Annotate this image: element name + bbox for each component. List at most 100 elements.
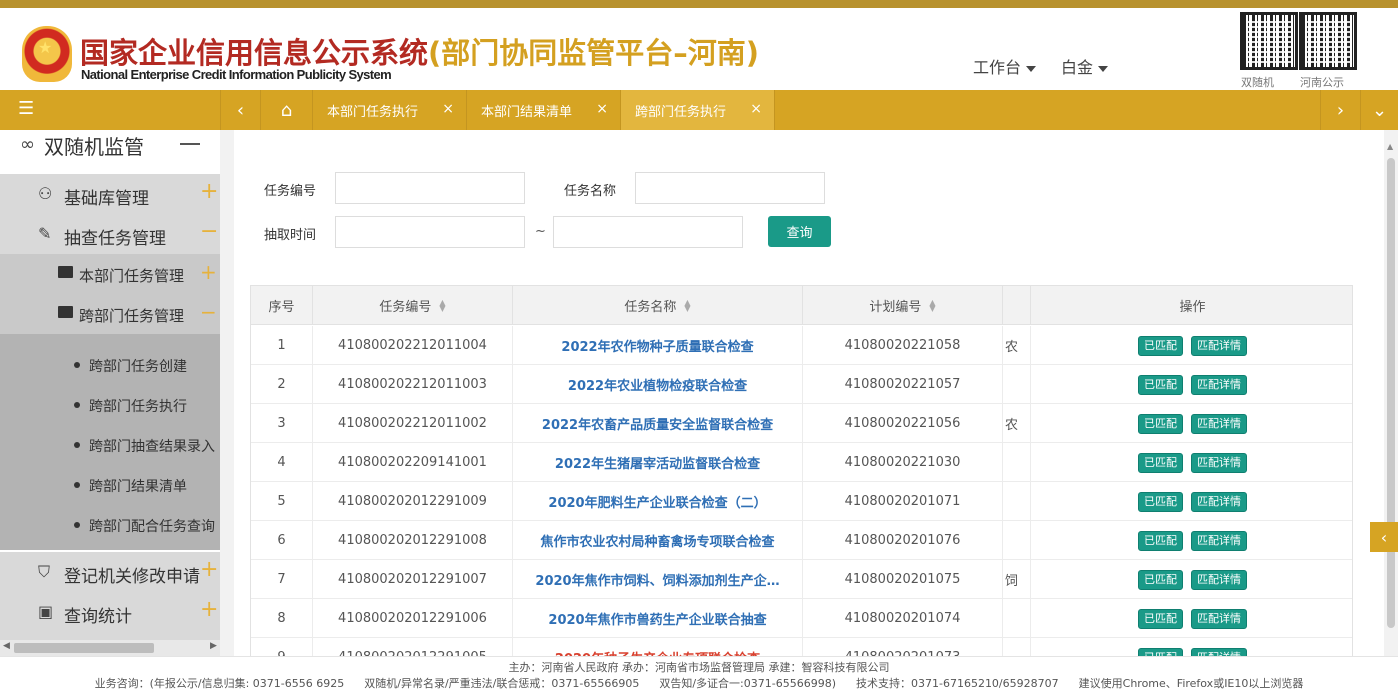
close-icon[interactable]: × xyxy=(442,101,454,117)
arrow-left-icon[interactable]: ◀ xyxy=(3,641,10,651)
close-icon[interactable]: × xyxy=(596,101,608,117)
tab-cross-dept-task-exec[interactable]: 跨部门任务执行 × xyxy=(620,90,774,130)
task-name-link[interactable]: 2020年焦作市饲料、饲料添加剂生产企… xyxy=(513,560,803,599)
draw-time-label: 抽取时间 xyxy=(264,228,317,243)
header-task-no[interactable]: 任务编号 ▲ ▼ xyxy=(313,286,513,325)
task-name-link[interactable]: 2022年农业植物检疫联合检查 xyxy=(513,365,803,404)
task-no-input[interactable] xyxy=(335,172,525,204)
range-separator: ~ xyxy=(535,224,546,239)
chevron-right-icon[interactable]: › xyxy=(1320,90,1360,130)
cell-extra: 农 xyxy=(1003,404,1031,443)
caret-down-icon xyxy=(1026,65,1037,72)
match-detail-button[interactable]: 匹配详情 xyxy=(1191,569,1247,590)
matched-button[interactable]: 已匹配 xyxy=(1138,608,1183,629)
task-name-link[interactable]: 2020年肥料生产企业联合检查（二） xyxy=(513,482,803,521)
tab-dept-task-exec[interactable]: 本部门任务执行 × xyxy=(312,90,466,130)
table-row: 8 410800202012291006 2020年焦作市兽药生产企业联合抽查 410… xyxy=(251,599,1352,638)
tab-dept-result-list[interactable]: 本部门结果清单 × xyxy=(466,90,620,130)
sidebar-item-base-library[interactable]: ⚇ 基础库管理 + xyxy=(0,174,220,214)
scrollbar-thumb[interactable] xyxy=(1387,158,1395,628)
match-detail-button[interactable]: 匹配详情 xyxy=(1191,647,1247,656)
hamburger-icon[interactable]: ☰ xyxy=(0,90,220,130)
matched-button[interactable]: 已匹配 xyxy=(1138,647,1183,656)
header-task-name[interactable]: 任务名称 ▲ ▼ xyxy=(513,286,803,325)
arrow-up-icon[interactable]: ▲ xyxy=(1387,142,1393,151)
match-detail-button[interactable]: 匹配详情 xyxy=(1191,452,1247,473)
bullet-icon xyxy=(74,402,80,408)
matched-button[interactable]: 已匹配 xyxy=(1138,452,1183,473)
collapse-icon[interactable] xyxy=(180,143,200,145)
sidebar-item-cross-dept-result-entry[interactable]: 跨部门抽查结果录入 xyxy=(0,424,220,464)
expand-icon[interactable]: + xyxy=(200,557,218,582)
sidebar-item-dept-task[interactable]: 本部门任务管理 + xyxy=(0,254,220,294)
cell-task-no: 410800202212011002 xyxy=(313,404,513,443)
sort-icon[interactable]: ▲ ▼ xyxy=(684,298,690,312)
table-row: 7 410800202012291007 2020年焦作市饲料、饲料添加剂生产企… 4… xyxy=(251,560,1352,599)
matched-button[interactable]: 已匹配 xyxy=(1138,413,1183,434)
sidebar-item-cross-dept-create[interactable]: 跨部门任务创建 xyxy=(0,344,220,384)
sidebar-item-registration-change[interactable]: ⛉ 登记机关修改申请 + xyxy=(0,552,220,592)
matched-button[interactable]: 已匹配 xyxy=(1138,335,1183,356)
cell-task-no: 410800202209141001 xyxy=(313,443,513,482)
match-detail-button[interactable]: 匹配详情 xyxy=(1191,413,1247,434)
close-icon[interactable]: × xyxy=(750,101,762,117)
table-row: 1 410800202212011004 2022年农作物种子质量联合检查 41080… xyxy=(251,326,1352,365)
footer-contacts: 业务咨询：(年报公示/信息归集: 0371-6556 6925 双随机/异常名录/… xyxy=(94,677,1304,690)
draw-time-end-input[interactable] xyxy=(553,216,743,248)
collapse-icon[interactable]: − xyxy=(200,219,218,244)
main-vertical-scrollbar[interactable]: ▲ xyxy=(1384,130,1398,656)
chevron-down-icon[interactable]: ⌄ xyxy=(1360,90,1398,130)
collapse-icon[interactable]: − xyxy=(200,300,217,324)
task-name-link[interactable]: 2022年农畜产品质量安全监督联合检查 xyxy=(513,404,803,443)
sidebar-item-cross-dept-exec[interactable]: 跨部门任务执行 xyxy=(0,384,220,424)
user-menu[interactable]: 白金 xyxy=(1061,54,1109,78)
match-detail-button[interactable]: 匹配详情 xyxy=(1191,491,1247,512)
expand-icon[interactable]: + xyxy=(200,179,218,204)
task-name-link[interactable]: 焦作市农业农村局种畜禽场专项联合检查 xyxy=(513,521,803,560)
match-detail-button[interactable]: 匹配详情 xyxy=(1191,374,1247,395)
sidebar-item-query-stats[interactable]: ▣ 查询统计 + xyxy=(0,592,220,640)
task-name-link[interactable]: 2020年种子生产企业专项联合检查 xyxy=(513,638,803,656)
sidebar-item-cross-dept-result-list[interactable]: 跨部门结果清单 xyxy=(0,464,220,504)
chevron-left-icon[interactable]: ‹ xyxy=(1370,522,1398,552)
task-name-link[interactable]: 2020年焦作市兽药生产企业联合抽查 xyxy=(513,599,803,638)
sort-icon[interactable]: ▲ ▼ xyxy=(929,298,935,312)
match-detail-button[interactable]: 匹配详情 xyxy=(1191,530,1247,551)
arrow-right-icon[interactable]: ▶ xyxy=(210,641,217,651)
cell-extra xyxy=(1003,365,1031,404)
task-table: 序号 任务编号 ▲ ▼ 任务名称 ▲ ▼ 计划编号 ▲ ▼ 操作 1 410800202212… xyxy=(250,285,1353,656)
header: ★ 国家企业信用信息公示系统(部门协同监管平台–河南) National Ent… xyxy=(0,8,1398,90)
matched-button[interactable]: 已匹配 xyxy=(1138,530,1183,551)
sidebar-horizontal-scrollbar[interactable]: ◀ ▶ xyxy=(0,640,220,656)
sidebar: ∞ 双随机监管 ⚇ 基础库管理 + ✎ 抽查任务管理 − 本部门任务管理 + 跨… xyxy=(0,130,220,640)
expand-icon[interactable]: + xyxy=(200,597,218,622)
task-name-input[interactable] xyxy=(635,172,825,204)
workbench-menu[interactable]: 工作台 xyxy=(973,54,1037,78)
matched-button[interactable]: 已匹配 xyxy=(1138,569,1183,590)
cell-seq: 7 xyxy=(251,560,313,599)
footer-sponsor: 主办：河南省人民政府 承办：河南省市场监督管理局 承建：智容科技有限公司 xyxy=(508,661,890,674)
sidebar-item-cross-dept-coop-query[interactable]: 跨部门配合任务查询 xyxy=(0,504,220,550)
query-button[interactable]: 查询 xyxy=(768,216,831,247)
folder-icon xyxy=(58,306,73,318)
cell-ops: 已匹配匹配详情 xyxy=(1031,404,1352,443)
task-name-link[interactable]: 2022年生猪屠宰活动监督联合检查 xyxy=(513,443,803,482)
link-icon: ∞ xyxy=(20,134,35,155)
main-content: 任务编号 任务名称 抽取时间 ~ 查询 序号 任务编号 ▲ ▼ 任务名称 ▲ ▼ 计划编… xyxy=(234,130,1384,656)
sidebar-section-random-supervision[interactable]: ∞ 双随机监管 xyxy=(0,130,220,170)
cell-ops: 已匹配匹配详情 xyxy=(1031,482,1352,521)
chevron-left-icon[interactable]: ‹ xyxy=(220,90,260,130)
sort-icon[interactable]: ▲ ▼ xyxy=(439,298,445,312)
matched-button[interactable]: 已匹配 xyxy=(1138,374,1183,395)
header-plan-no[interactable]: 计划编号 ▲ ▼ xyxy=(803,286,1003,325)
task-name-link[interactable]: 2022年农作物种子质量联合检查 xyxy=(513,326,803,365)
sidebar-item-cross-dept-task[interactable]: 跨部门任务管理 − xyxy=(0,294,220,334)
matched-button[interactable]: 已匹配 xyxy=(1138,491,1183,512)
scrollbar-thumb[interactable] xyxy=(14,643,154,653)
home-icon[interactable]: ⌂ xyxy=(260,90,312,130)
expand-icon[interactable]: + xyxy=(200,260,217,284)
sidebar-item-inspection-task[interactable]: ✎ 抽查任务管理 − xyxy=(0,214,220,254)
match-detail-button[interactable]: 匹配详情 xyxy=(1191,335,1247,356)
match-detail-button[interactable]: 匹配详情 xyxy=(1191,608,1247,629)
draw-time-start-input[interactable] xyxy=(335,216,525,248)
